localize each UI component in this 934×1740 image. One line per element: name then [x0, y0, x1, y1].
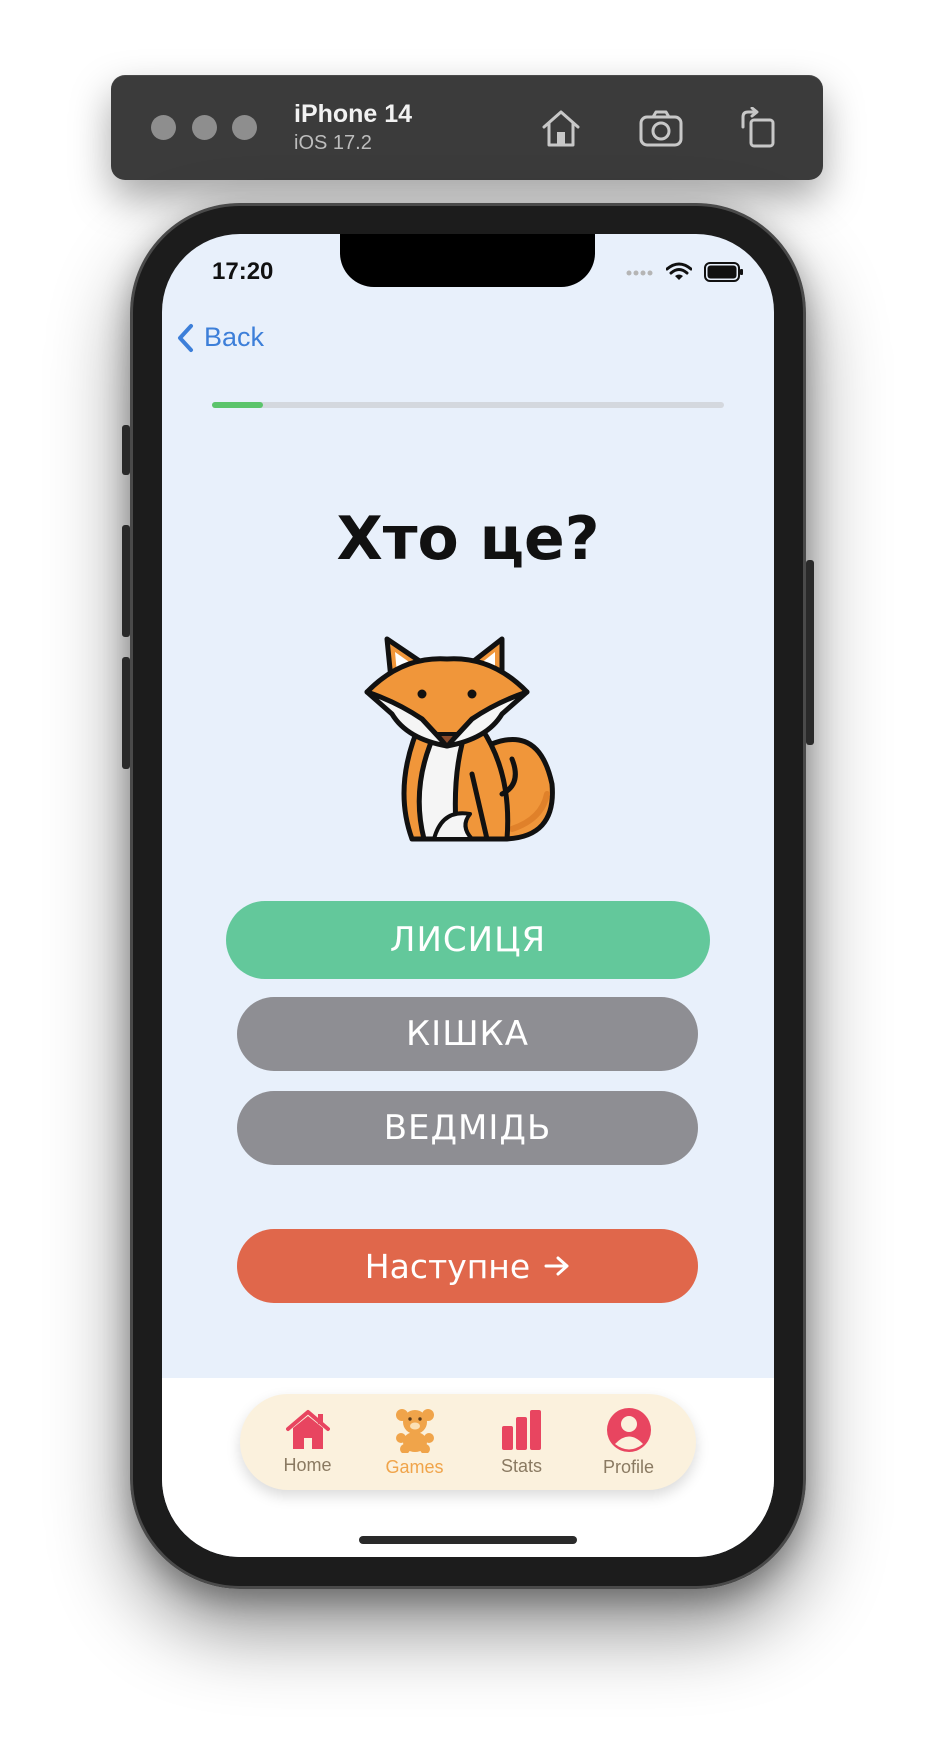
person-icon: [606, 1407, 651, 1452]
tab-home-label: Home: [283, 1454, 332, 1475]
tab-home[interactable]: Home: [260, 1409, 356, 1476]
status-time: 17:20: [212, 258, 274, 285]
answer-option-1[interactable]: ЛИСИЦЯ: [226, 901, 710, 979]
tab-games[interactable]: Games: [367, 1407, 463, 1478]
volume-up-button: [122, 525, 130, 637]
tab-profile[interactable]: Profile: [581, 1407, 677, 1478]
power-button: [806, 560, 814, 745]
notch: [340, 234, 595, 287]
device-name: iPhone 14: [294, 100, 413, 128]
tab-profile-label: Profile: [602, 1456, 655, 1477]
screenshot-button[interactable]: [636, 103, 686, 153]
simulator-toolbar: iPhone 14 iOS 17.2: [111, 75, 823, 180]
tab-stats-label: Stats: [500, 1455, 543, 1476]
status-icons: [626, 262, 744, 282]
wifi-icon: [666, 262, 692, 280]
home-button[interactable]: [536, 103, 586, 153]
window-minimize-dot[interactable]: [192, 115, 217, 140]
next-button[interactable]: Наступне: [237, 1229, 698, 1303]
back-label: Back: [204, 322, 265, 352]
home-icon: [542, 110, 580, 147]
phone-screen: 17:20 Back Хто це? ЛИСИЦЯ КІШКА ВЕДМІДЬ …: [162, 234, 774, 1557]
next-label: Наступне: [364, 1246, 531, 1286]
arrow-right-icon: [544, 1256, 569, 1276]
house-icon: [285, 1409, 330, 1449]
answer-option-2[interactable]: КІШКА: [237, 997, 698, 1071]
home-indicator: [359, 1536, 577, 1544]
progress-fill: [212, 402, 264, 408]
tab-stats[interactable]: Stats: [474, 1408, 570, 1477]
teddy-bear-icon: [395, 1408, 434, 1453]
os-version: iOS 17.2: [294, 132, 372, 154]
answer-option-3[interactable]: ВЕДМІДЬ: [237, 1091, 698, 1165]
tab-area: Home Games Stats Profile: [162, 1378, 774, 1557]
mute-switch: [122, 425, 130, 475]
rotate-icon: [741, 107, 775, 148]
tab-games-label: Games: [385, 1456, 444, 1477]
window-close-dot[interactable]: [151, 115, 176, 140]
fox-illustration: [364, 636, 555, 842]
back-button[interactable]: Back: [176, 322, 264, 353]
bar-chart-icon: [501, 1409, 541, 1450]
question-title: Хто це?: [336, 504, 600, 574]
tab-bar: Home Games Stats Profile: [240, 1394, 696, 1490]
rotate-button[interactable]: [733, 103, 783, 153]
chevron-left-icon: [178, 323, 193, 352]
window-zoom-dot[interactable]: [232, 115, 257, 140]
progress-bar: [212, 402, 724, 408]
battery-icon: [704, 262, 743, 282]
screenshot-icon: [639, 110, 683, 147]
volume-down-button: [122, 657, 130, 769]
signal-icon: [626, 270, 653, 276]
